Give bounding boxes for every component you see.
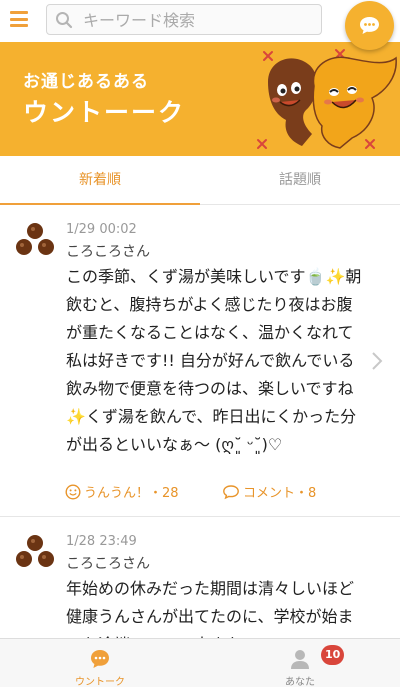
chat-icon	[91, 650, 109, 668]
menu-icon[interactable]	[10, 11, 28, 27]
search-icon	[56, 12, 73, 29]
top-bar	[0, 0, 400, 42]
tab-newest[interactable]: 新着順	[0, 156, 200, 206]
sort-tabs: 新着順 話題順	[0, 156, 400, 206]
tab-popular[interactable]: 話題順	[200, 156, 400, 205]
like-count: うんうん！・28	[84, 486, 179, 501]
comment-count: コメント・8	[243, 486, 317, 501]
search-box[interactable]	[46, 4, 322, 35]
post-feed[interactable]: 1/29 00:02 ころころさん この季節、くず湯が美味しいです🍵✨朝飲むと、…	[0, 205, 400, 638]
nav-untalk-label: ウントーク	[75, 677, 125, 687]
post-body: 年始めの休みだった期間は清々しいほど健康うんさんが出てたのに、学校が始まった途端…	[66, 579, 355, 638]
smile-icon	[65, 483, 81, 500]
post-timestamp: 1/29 00:02	[66, 222, 137, 237]
nav-you[interactable]: 10 あなた	[200, 639, 400, 687]
post-card[interactable]: 1/29 00:02 ころころさん この季節、くず湯が美味しいです🍵✨朝飲むと、…	[0, 205, 400, 517]
user-icon	[291, 650, 309, 669]
banner[interactable]: お通じあるある ウントーーク	[0, 42, 400, 156]
speech-bubble-icon	[223, 484, 239, 499]
post-username: ころころさん	[66, 556, 150, 572]
banner-subtitle: お通じあるある	[23, 72, 149, 92]
comment-button[interactable]: コメント・8	[222, 482, 316, 501]
post-timestamp: 1/28 23:49	[66, 534, 137, 549]
post-body: この季節、くず湯が美味しいです🍵✨朝飲むと、腹持ちがよく感じたり夜はお腹が重たく…	[66, 267, 362, 454]
like-button[interactable]: うんうん！・28	[65, 482, 179, 501]
chevron-right-icon	[372, 352, 383, 370]
chat-button[interactable]	[345, 1, 394, 50]
poop-avatar-icon	[16, 535, 54, 567]
post-username: ころころさん	[66, 244, 150, 260]
notification-badge: 10	[321, 645, 345, 665]
bottom-nav: ウントーク 10 あなた	[0, 638, 400, 687]
nav-untalk[interactable]: ウントーク	[0, 639, 200, 687]
chat-icon	[360, 17, 379, 34]
mascot-illustration	[257, 49, 397, 149]
poop-avatar-icon	[16, 223, 54, 255]
nav-you-label: あなた	[285, 677, 315, 687]
search-input[interactable]	[83, 8, 313, 32]
post-card[interactable]: 1/28 23:49 ころころさん 年始めの休みだった期間は清々しいほど健康うん…	[0, 517, 400, 638]
banner-title: ウントーーク	[23, 98, 186, 127]
